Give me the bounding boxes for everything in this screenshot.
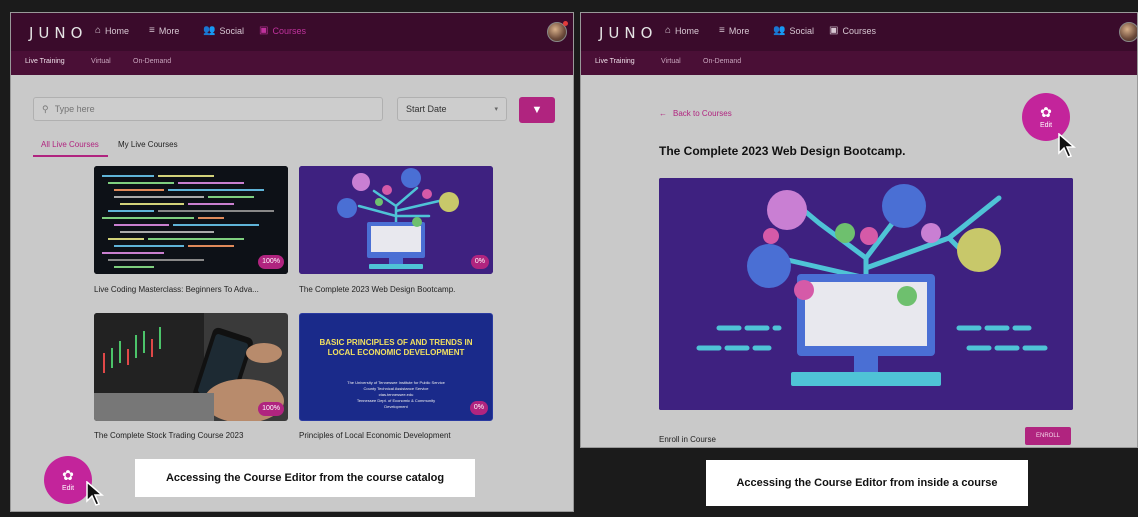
juno-logo[interactable]: JUNO — [29, 24, 87, 42]
active-tab-indicator — [33, 155, 108, 157]
people-icon: 👥 — [773, 25, 786, 36]
cover-heading: BASIC PRINCIPLES OF AND TRENDS IN LOCAL … — [319, 338, 473, 357]
subnav-on-demand[interactable]: On-Demand — [703, 58, 741, 65]
progress-badge: 100% — [258, 402, 284, 416]
menu-icon: ≡ — [149, 25, 155, 36]
web-design-thumbnail — [299, 166, 493, 274]
filter-button[interactable]: ▼ — [519, 97, 555, 123]
menu-icon: ≡ — [719, 25, 725, 36]
subnav-live-training[interactable]: Live Training — [25, 58, 65, 65]
cover-credits: The University of Tennessee Institute fo… — [347, 380, 445, 409]
sub-navbar: Live Training Virtual On-Demand — [581, 51, 1137, 75]
enroll-button[interactable]: ENROLL — [1025, 427, 1071, 445]
chevron-down-icon: ▾ — [494, 106, 498, 113]
nav-more[interactable]: ≡ More — [719, 25, 749, 36]
search-icon: ⚲ — [42, 103, 49, 114]
enroll-label: Enroll in Course — [659, 435, 716, 444]
nav-social[interactable]: 👥 Social — [773, 25, 814, 36]
tab-all-live-courses[interactable]: All Live Courses — [41, 140, 99, 149]
sort-select[interactable]: Start Date ▾ — [397, 97, 507, 121]
subnav-on-demand[interactable]: On-Demand — [133, 58, 171, 65]
course-hero-image — [659, 178, 1073, 410]
arrow-left-icon: ← — [659, 109, 667, 118]
people-icon: 👥 — [203, 25, 216, 36]
user-avatar[interactable] — [1119, 22, 1137, 42]
progress-badge: 0% — [470, 255, 489, 269]
catalog-screenshot: JUNO ⌂ Home ≡ More 👥 Social ▣ Courses Live T… — [10, 12, 574, 512]
course-card-title[interactable]: Live Coding Masterclass: Beginners To Ad… — [94, 285, 259, 294]
caption-catalog: Accessing the Course Editor from the cou… — [135, 459, 475, 497]
juno-logo[interactable]: JUNO — [599, 24, 657, 42]
course-card-title[interactable]: The Complete 2023 Web Design Bootcamp. — [299, 285, 455, 294]
course-card-stock-trading[interactable]: 100% — [94, 313, 288, 421]
caption-course-page: Accessing the Course Editor from inside … — [706, 460, 1028, 506]
nav-home[interactable]: ⌂ Home — [665, 25, 699, 36]
subnav-live-training[interactable]: Live Training — [595, 58, 635, 65]
progress-badge: 100% — [258, 255, 284, 269]
nav-courses[interactable]: ▣ Courses — [259, 25, 306, 36]
course-card-economic-development[interactable]: BASIC PRINCIPLES OF AND TRENDS IN LOCAL … — [299, 313, 493, 421]
course-card-coding[interactable]: 100% — [94, 166, 288, 274]
top-navbar: JUNO ⌂ Home ≡ More 👥 Social ▣ Courses — [11, 13, 573, 51]
courses-icon: ▣ — [829, 25, 839, 36]
filter-icon: ▼ — [531, 104, 543, 116]
gear-icon: ✿ — [62, 467, 74, 483]
nav-courses[interactable]: ▣ Courses — [829, 25, 876, 36]
home-icon: ⌂ — [95, 25, 102, 36]
notification-dot — [563, 21, 568, 26]
mouse-cursor-icon — [1058, 133, 1077, 158]
nav-home[interactable]: ⌂ Home — [95, 25, 129, 36]
course-card-web-design[interactable]: 0% — [299, 166, 493, 274]
mouse-cursor-icon — [86, 481, 105, 506]
course-title: The Complete 2023 Web Design Bootcamp. — [659, 144, 906, 158]
course-page-screenshot: JUNO ⌂ Home ≡ More 👥 Social ▣ Courses Live T… — [580, 12, 1138, 448]
web-design-illustration — [659, 178, 1073, 410]
gear-icon: ✿ — [1040, 104, 1052, 120]
search-input[interactable] — [54, 104, 355, 114]
sub-navbar: Live Training Virtual On-Demand — [11, 51, 573, 75]
course-card-title[interactable]: Principles of Local Economic Development — [299, 431, 451, 440]
home-icon: ⌂ — [665, 25, 672, 36]
subnav-virtual[interactable]: Virtual — [661, 58, 681, 65]
tab-my-live-courses[interactable]: My Live Courses — [118, 140, 178, 149]
nav-social[interactable]: 👥 Social — [203, 25, 244, 36]
top-navbar: JUNO ⌂ Home ≡ More 👥 Social ▣ Courses — [581, 13, 1137, 51]
course-card-title[interactable]: The Complete Stock Trading Course 2023 — [94, 431, 243, 440]
search-box[interactable]: ⚲ — [33, 97, 383, 121]
courses-icon: ▣ — [259, 25, 269, 36]
progress-badge: 0% — [469, 401, 488, 415]
subnav-virtual[interactable]: Virtual — [91, 58, 111, 65]
back-to-courses-link[interactable]: ← Back to Courses — [659, 109, 732, 118]
nav-more[interactable]: ≡ More — [149, 25, 179, 36]
